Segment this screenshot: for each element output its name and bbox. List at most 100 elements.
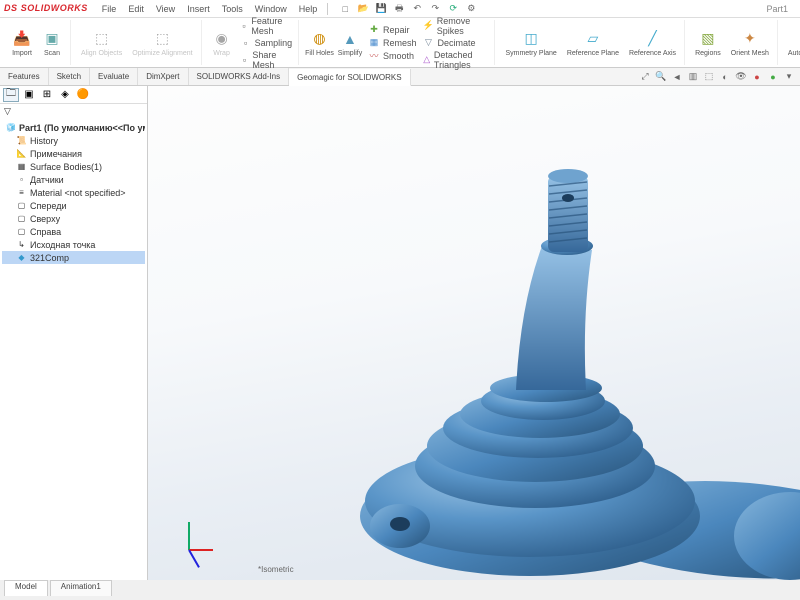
tree-node-right-plane[interactable]: ▢Справа: [2, 225, 145, 238]
orientation-triad[interactable]: [168, 510, 208, 550]
menu-insert[interactable]: Insert: [181, 4, 216, 14]
optimize-alignment-button[interactable]: ⬚Optimize Alignment: [128, 27, 196, 59]
redo-icon[interactable]: ↷: [428, 2, 442, 16]
graphics-viewport[interactable]: *Isometric: [148, 86, 800, 580]
tree-node-label: Справа: [30, 227, 61, 237]
tree-node-label: History: [30, 136, 58, 146]
section-view-icon[interactable]: ▥: [686, 70, 700, 84]
align-objects-button[interactable]: ⬚Align Objects: [77, 27, 126, 59]
sampling-button[interactable]: ▫Sampling: [238, 37, 295, 49]
history-icon: 📜: [16, 135, 27, 146]
configuration-manager-tab-icon[interactable]: ⊞: [39, 88, 55, 102]
tab-geomagic[interactable]: Geomagic for SOLIDWORKS: [289, 69, 410, 86]
tab-evaluate[interactable]: Evaluate: [90, 68, 138, 85]
tree-node-origin[interactable]: ↳Исходная точка: [2, 238, 145, 251]
command-manager-tabs: Features Sketch Evaluate DimXpert SOLIDW…: [0, 68, 800, 86]
sensors-icon: ▫: [16, 174, 27, 185]
filter-icon[interactable]: ▽: [4, 106, 11, 117]
open-icon[interactable]: 📂: [356, 2, 370, 16]
main-area: 🗀 ▣ ⊞ ◈ 🟠 ▽ 🧊 Part1 (По умолчанию<<По ум…: [0, 86, 800, 580]
save-icon[interactable]: 💾: [374, 2, 388, 16]
view-orientation-icon[interactable]: ⬚: [702, 70, 716, 84]
symmetry-plane-button[interactable]: ◫Symmetry Plane: [501, 27, 560, 59]
feature-manager-panel: 🗀 ▣ ⊞ ◈ 🟠 ▽ 🧊 Part1 (По умолчанию<<По ум…: [0, 86, 148, 580]
axis-z-icon: [188, 522, 190, 550]
wrap-button[interactable]: ◉Wrap: [208, 27, 236, 59]
tree-node-label: 321Comp: [30, 253, 69, 263]
view-settings-icon[interactable]: ▾: [782, 70, 796, 84]
tree-node-top-plane[interactable]: ▢Сверху: [2, 212, 145, 225]
tree-node-label: Датчики: [30, 175, 64, 185]
plane-icon: ▢: [16, 213, 27, 224]
scene-icon[interactable]: ●: [766, 70, 780, 84]
bottom-tab-model[interactable]: Model: [4, 580, 48, 596]
plane-icon: ▢: [16, 226, 27, 237]
manager-tabs: 🗀 ▣ ⊞ ◈ 🟠: [0, 86, 147, 104]
ribbon-toolbar: 📥Import ▣Scan ⬚Align Objects ⬚Optimize A…: [0, 18, 800, 68]
model-3d: [270, 146, 800, 580]
plane-icon: ▢: [16, 200, 27, 211]
undo-icon[interactable]: ↶: [410, 2, 424, 16]
menu-file[interactable]: File: [96, 4, 123, 14]
options-icon[interactable]: ⚙: [464, 2, 478, 16]
tree-node-history[interactable]: 📜History: [2, 134, 145, 147]
decimate-button[interactable]: ▽Decimate: [420, 37, 490, 49]
app-logo: DS SOLIDWORKS: [4, 3, 88, 14]
axis-y-icon: [189, 549, 213, 551]
scan-button[interactable]: ▣Scan: [38, 27, 66, 59]
axis-x-icon: [188, 550, 200, 568]
origin-icon: ↳: [16, 239, 27, 250]
feature-tree: 🧊 Part1 (По умолчанию<<По умолчанию 📜His…: [0, 119, 147, 266]
feature-icon: ◆: [16, 252, 27, 263]
tree-node-surface-bodies[interactable]: ▦Surface Bodies(1): [2, 160, 145, 173]
detached-triangles-button[interactable]: △Detached Triangles: [420, 50, 490, 70]
tree-root-label: Part1 (По умолчанию<<По умолчанию: [19, 123, 145, 133]
import-button[interactable]: 📥Import: [8, 27, 36, 59]
menu-window[interactable]: Window: [249, 4, 293, 14]
tab-features[interactable]: Features: [0, 68, 49, 85]
reference-axis-button[interactable]: ╱Reference Axis: [625, 27, 680, 59]
tree-node-front-plane[interactable]: ▢Спереди: [2, 199, 145, 212]
hide-show-icon[interactable]: 👁: [734, 70, 748, 84]
fill-holes-button[interactable]: ◍Fill Holes: [305, 27, 334, 59]
simplify-button[interactable]: ▲Simplify: [336, 27, 364, 59]
menu-tools[interactable]: Tools: [216, 4, 249, 14]
dimxpert-manager-tab-icon[interactable]: ◈: [57, 88, 73, 102]
tab-dimxpert[interactable]: DimXpert: [138, 68, 188, 85]
repair-button[interactable]: ✚Repair: [366, 24, 419, 36]
rebuild-icon[interactable]: ⟳: [446, 2, 460, 16]
reference-plane-button[interactable]: ▱Reference Plane: [563, 27, 623, 59]
tree-root[interactable]: 🧊 Part1 (По умолчанию<<По умолчанию: [2, 121, 145, 134]
feature-mesh-button[interactable]: ▫Feature Mesh: [238, 16, 295, 36]
menu-view[interactable]: View: [150, 4, 181, 14]
display-manager-tab-icon[interactable]: 🟠: [75, 88, 91, 102]
orient-mesh-button[interactable]: ✦Orient Mesh: [727, 27, 773, 59]
share-mesh-button[interactable]: ▫Share Mesh: [238, 50, 295, 70]
tree-node-321comp[interactable]: ◆321Comp: [2, 251, 145, 264]
bottom-tab-animation[interactable]: Animation1: [50, 580, 112, 596]
zoom-fit-icon[interactable]: ⤢: [638, 70, 652, 84]
auto-surface-button[interactable]: ◐Auto Surface: [784, 27, 800, 59]
new-icon[interactable]: □: [338, 2, 352, 16]
regions-button[interactable]: ▧Regions: [691, 27, 725, 59]
tab-solidworks-addins[interactable]: SOLIDWORKS Add-Ins: [189, 68, 290, 85]
tree-node-label: Material <not specified>: [30, 188, 126, 198]
display-style-icon[interactable]: ◐: [718, 70, 732, 84]
tree-node-sensors[interactable]: ▫Датчики: [2, 173, 145, 186]
zoom-area-icon[interactable]: 🔍: [654, 70, 668, 84]
tree-node-material[interactable]: ≡Material <not specified>: [2, 186, 145, 199]
menu-edit[interactable]: Edit: [122, 4, 150, 14]
prev-view-icon[interactable]: ◄: [670, 70, 684, 84]
tree-node-annotations[interactable]: 📐Примечания: [2, 147, 145, 160]
tree-node-label: Спереди: [30, 201, 66, 211]
tab-sketch[interactable]: Sketch: [49, 68, 90, 85]
property-manager-tab-icon[interactable]: ▣: [21, 88, 37, 102]
menu-bar: DS SOLIDWORKS File Edit View Insert Tool…: [0, 0, 800, 18]
appearance-icon[interactable]: ●: [750, 70, 764, 84]
smooth-button[interactable]: 〰Smooth: [366, 50, 419, 62]
print-icon[interactable]: 🖶: [392, 2, 406, 16]
feature-manager-tab-icon[interactable]: 🗀: [3, 88, 19, 102]
menu-help[interactable]: Help: [293, 4, 324, 14]
remesh-button[interactable]: ▦Remesh: [366, 37, 419, 49]
remove-spikes-button[interactable]: ⚡Remove Spikes: [420, 16, 490, 36]
